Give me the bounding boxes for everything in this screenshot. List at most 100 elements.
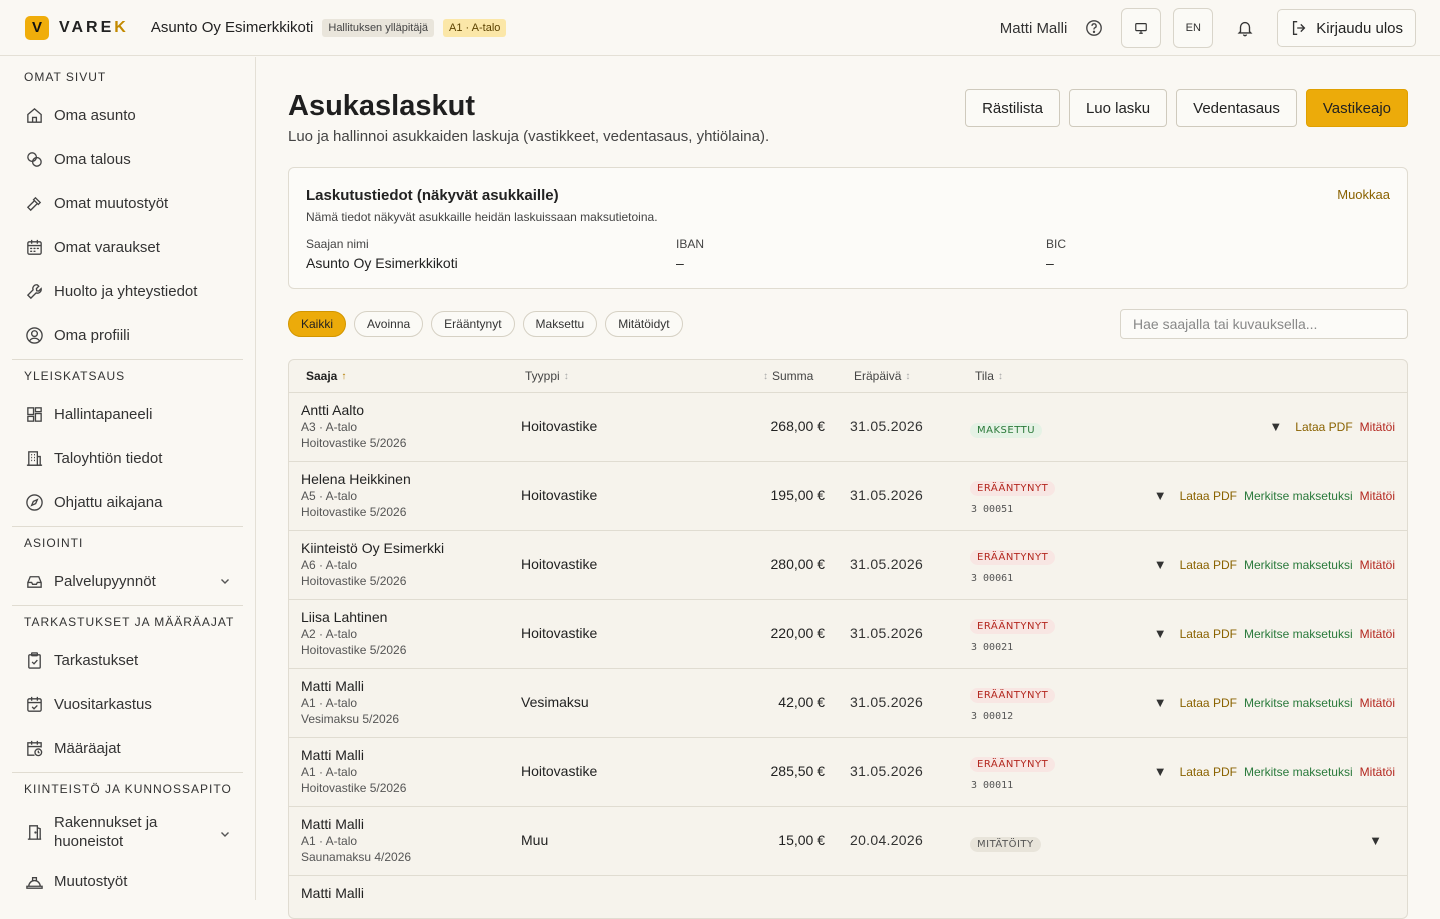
column-recipient[interactable]: Saaja ↑ (306, 369, 346, 383)
table-row[interactable]: Helena Heikkinen A5 · A-talo Hoitovastike … (289, 462, 1407, 531)
expand-row-icon[interactable]: ▼ (1369, 833, 1382, 848)
sidebar-item-omat-muutostyot[interactable]: Omat muutostyöt (0, 181, 255, 225)
logout-button[interactable]: Kirjaudu ulos (1277, 9, 1416, 47)
table-row[interactable]: Matti Malli A1 · A-talo Hoitovastike 5/202… (289, 738, 1407, 807)
void-invoice-link[interactable]: Mitätöi (1360, 420, 1395, 434)
create-invoice-button[interactable]: Luo lasku (1068, 89, 1168, 127)
sidebar-item-label: Hallintapaneeli (54, 405, 153, 423)
arrears-list-button[interactable]: Rästilista (965, 89, 1060, 127)
sidebar-item-tarkastukset[interactable]: Tarkastukset (0, 638, 255, 682)
expand-row-icon[interactable]: ▼ (1269, 419, 1282, 434)
sidebar-section-title: OMAT SIVUT (24, 70, 107, 84)
expand-row-icon[interactable]: ▼ (1154, 488, 1167, 503)
edit-billing-info-link[interactable]: Muokkaa (1337, 187, 1390, 202)
void-invoice-link[interactable]: Mitätöi (1360, 765, 1395, 779)
mark-paid-link[interactable]: Merkitse maksetuksi (1244, 696, 1353, 710)
expand-row-icon[interactable]: ▼ (1154, 695, 1167, 710)
sidebar-item-oma-profiili[interactable]: Oma profiili (0, 313, 255, 357)
table-row[interactable]: Liisa Lahtinen A2 · A-talo Hoitovastike 5/… (289, 600, 1407, 669)
compass-icon (24, 492, 44, 512)
table-row[interactable]: Matti Malli A1 · A-talo Saunamaksu 4/2026 M… (289, 807, 1407, 876)
download-pdf-link[interactable]: Lataa PDF (1295, 420, 1352, 434)
bell-icon[interactable] (1225, 8, 1265, 48)
invoice-description: Hoitovastike 5/2026 (301, 574, 407, 588)
download-pdf-link[interactable]: Lataa PDF (1180, 765, 1237, 779)
home-icon (24, 105, 44, 125)
recipient-label: Saajan nimi (306, 237, 369, 251)
recipient-cell: Helena Heikkinen A5 · A-talo Hoitovastike … (301, 471, 411, 519)
search-input[interactable]: Hae saajalla tai kuvauksella... (1120, 309, 1408, 339)
bic-label: BIC (1046, 237, 1067, 251)
mark-paid-link[interactable]: Merkitse maksetuksi (1244, 558, 1353, 572)
invoice-due-date: 31.05.2026 (850, 556, 924, 572)
recipient-unit: A6 · A-talo (301, 558, 358, 572)
sidebar-item-hallintapaneeli[interactable]: Hallintapaneeli (0, 392, 255, 436)
reference-number: 3 00011 (971, 780, 1014, 791)
recipient-field: Saajan nimi Asunto Oy Esimerkkikoti (306, 237, 458, 271)
sidebar-item-taloyhtion-tiedot[interactable]: Taloyhtiön tiedot (0, 436, 255, 480)
display-mode-button[interactable] (1121, 8, 1162, 48)
sidebar-item-maaraajat[interactable]: Määräajat (0, 726, 255, 770)
table-row[interactable]: Kiinteistö Oy Esimerkki A6 · A-talo Hoitov… (289, 531, 1407, 600)
sidebar-section-title: KIINTEISTÖ JA KUNNOSSAPITO (24, 782, 232, 796)
void-invoice-link[interactable]: Mitätöi (1360, 558, 1395, 572)
row-actions: ▼ Lataa PDF Merkitse maksetuksi Mitätöi (1154, 626, 1395, 641)
column-type[interactable]: Tyyppi ↕ (525, 369, 569, 383)
sidebar-item-muutostyot[interactable]: Muutostyöt (0, 859, 255, 900)
sidebar-item-huolto[interactable]: Huolto ja yhteystiedot (0, 269, 255, 313)
sidebar-item-label: Määräajat (54, 739, 121, 757)
filter-voided[interactable]: Mitätöidyt (605, 311, 683, 337)
invoice-description: Vesimaksu 5/2026 (301, 712, 400, 726)
sidebar-item-label: Tarkastukset (54, 651, 139, 669)
mark-paid-link[interactable]: Merkitse maksetuksi (1244, 627, 1353, 641)
sidebar-item-oma-talous[interactable]: Oma talous (0, 137, 255, 181)
download-pdf-link[interactable]: Lataa PDF (1180, 558, 1237, 572)
expand-row-icon[interactable]: ▼ (1154, 764, 1167, 779)
sidebar-item-omat-varaukset[interactable]: Omat varaukset (0, 225, 255, 269)
sidebar-item-label-line1: Rakennukset ja (54, 814, 158, 831)
mark-paid-link[interactable]: Merkitse maksetuksi (1244, 489, 1353, 503)
recipient-unit: A3 · A-talo (301, 420, 358, 434)
sidebar-item-palvelupyynnot[interactable]: Palvelupyynnöt (0, 559, 255, 603)
void-invoice-link[interactable]: Mitätöi (1360, 696, 1395, 710)
sidebar-item-rakennukset[interactable]: Rakennukset ja huoneistot (0, 805, 255, 859)
sidebar-item-vuositarkastus[interactable]: Vuositarkastus (0, 682, 255, 726)
filter-all[interactable]: Kaikki (288, 311, 347, 337)
app-logo[interactable]: V VAREK (25, 15, 129, 40)
table-row[interactable]: Antti Aalto A3 · A-talo Hoitovastike 5/202… (289, 393, 1407, 462)
filter-overdue[interactable]: Erääntynyt (431, 311, 515, 337)
filter-paid[interactable]: Maksettu (522, 311, 598, 337)
table-row[interactable]: Matti Malli A1 · A-talo Vesimaksu 5/2026 Ve… (289, 669, 1407, 738)
recipient-unit: A1 · A-talo (301, 696, 358, 710)
status-badge: MITÄTÖITY (970, 837, 1041, 852)
sidebar-section-title: TARKASTUKSET JA MÄÄRÄAJAT (24, 615, 235, 629)
fee-run-button[interactable]: Vastikeajo (1305, 89, 1408, 127)
expand-row-icon[interactable]: ▼ (1154, 626, 1167, 641)
mark-paid-link[interactable]: Merkitse maksetuksi (1244, 765, 1353, 779)
table-row[interactable]: Matti Malli (289, 876, 1407, 918)
language-button[interactable]: EN (1173, 8, 1214, 48)
water-balancing-button[interactable]: Vedentasaus (1176, 89, 1297, 127)
expand-row-icon[interactable]: ▼ (1154, 557, 1167, 572)
download-pdf-link[interactable]: Lataa PDF (1180, 696, 1237, 710)
invoice-due-date: 31.05.2026 (850, 625, 924, 641)
help-icon[interactable] (1081, 15, 1107, 41)
table-body: Antti Aalto A3 · A-talo Hoitovastike 5/202… (289, 393, 1407, 918)
void-invoice-link[interactable]: Mitätöi (1360, 627, 1395, 641)
void-invoice-link[interactable]: Mitätöi (1360, 489, 1395, 503)
filter-open[interactable]: Avoinna (354, 311, 424, 337)
sidebar-item-label: Omat muutostyöt (54, 194, 169, 212)
invoice-due-date: 20.04.2026 (850, 832, 924, 848)
invoice-type: Hoitovastike (521, 556, 598, 572)
status-cell: ERÄÄNTYNYT 3 00011 (970, 754, 1056, 791)
download-pdf-link[interactable]: Lataa PDF (1180, 489, 1237, 503)
row-actions: ▼ Lataa PDF Merkitse maksetuksi Mitätöi (1154, 764, 1395, 779)
column-status[interactable]: Tila ↕ (975, 369, 1003, 383)
column-due-date[interactable]: Eräpäivä ↕ (854, 369, 910, 383)
sidebar-item-label: Palvelupyynnöt (54, 572, 156, 590)
sidebar-item-oma-asunto[interactable]: Oma asunto (0, 93, 255, 137)
column-label: Tyyppi (525, 369, 560, 383)
column-amount[interactable]: ↕ Summa (763, 369, 813, 383)
download-pdf-link[interactable]: Lataa PDF (1180, 627, 1237, 641)
sidebar-item-ohjattu-aikajana[interactable]: Ohjattu aikajana (0, 480, 255, 524)
